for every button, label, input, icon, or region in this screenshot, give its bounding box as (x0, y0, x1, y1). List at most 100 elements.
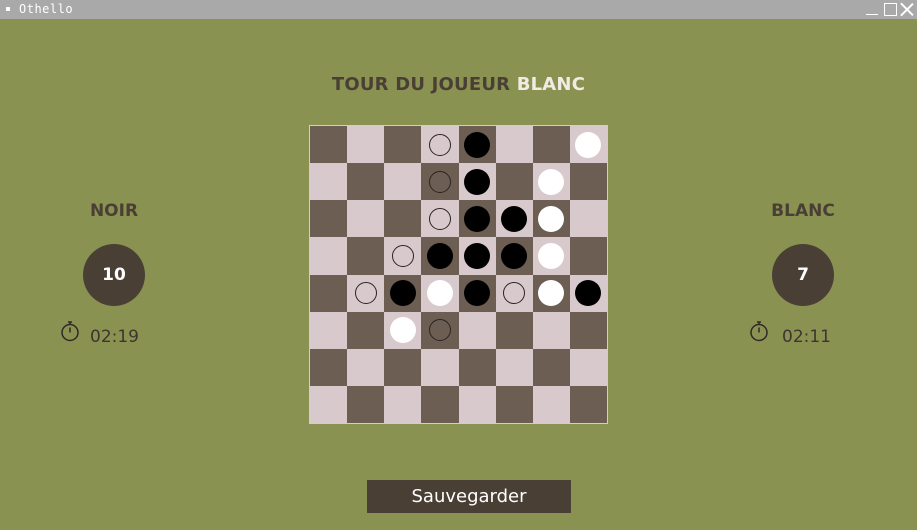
board-cell[interactable] (495, 385, 533, 423)
window-titlebar: Othello (0, 0, 917, 19)
board-cell[interactable] (495, 126, 533, 164)
left-player-timer: 02:19 (90, 327, 139, 347)
board-cell[interactable] (532, 163, 570, 201)
black-piece (389, 280, 416, 307)
board-cell[interactable] (347, 200, 385, 238)
possible-move-marker[interactable] (428, 170, 451, 193)
board-cell[interactable] (495, 348, 533, 386)
board-cell[interactable] (569, 311, 607, 349)
board-cell[interactable] (310, 237, 348, 275)
board-cell[interactable] (569, 200, 607, 238)
othello-board[interactable] (309, 125, 608, 424)
board-cell[interactable] (421, 348, 459, 386)
board-cell[interactable] (384, 163, 422, 201)
board-cell[interactable] (347, 237, 385, 275)
board-cell[interactable] (532, 385, 570, 423)
left-player-score: 10 (83, 244, 145, 306)
board-cell[interactable] (384, 311, 422, 349)
white-piece (538, 205, 565, 232)
left-player-name: NOIR (89, 201, 139, 221)
board-cell[interactable] (569, 237, 607, 275)
stopwatch-icon (61, 321, 79, 342)
board-cell[interactable] (532, 200, 570, 238)
board-cell[interactable] (310, 200, 348, 238)
board-cell[interactable] (569, 385, 607, 423)
black-piece (426, 242, 453, 269)
turn-prefix: TOUR DU JOUEUR (331, 74, 517, 95)
white-piece (575, 131, 602, 158)
board-cell[interactable] (421, 126, 459, 164)
board-cell[interactable] (569, 348, 607, 386)
board-cell[interactable] (384, 274, 422, 312)
black-piece (464, 205, 491, 232)
board-cell[interactable] (421, 311, 459, 349)
board-cell[interactable] (384, 237, 422, 275)
board-cell[interactable] (310, 348, 348, 386)
board-cell[interactable] (384, 126, 422, 164)
board-cell[interactable] (495, 200, 533, 238)
board-cell[interactable] (421, 200, 459, 238)
board-cell[interactable] (532, 274, 570, 312)
board-cell[interactable] (458, 163, 496, 201)
board-cell[interactable] (347, 311, 385, 349)
board-cell[interactable] (458, 274, 496, 312)
minimize-icon[interactable] (865, 2, 879, 16)
board-cell[interactable] (495, 237, 533, 275)
board-cell[interactable] (310, 274, 348, 312)
board-cell[interactable] (310, 385, 348, 423)
possible-move-marker[interactable] (428, 207, 451, 230)
board-cell[interactable] (458, 126, 496, 164)
board-cell[interactable] (310, 126, 348, 164)
board-cell[interactable] (458, 237, 496, 275)
board-cell[interactable] (532, 311, 570, 349)
board-cell[interactable] (421, 163, 459, 201)
white-piece (538, 280, 565, 307)
turn-indicator: TOUR DU JOUEUR BLANC (0, 74, 917, 95)
board-cell[interactable] (384, 348, 422, 386)
possible-move-marker[interactable] (428, 319, 451, 342)
black-piece (464, 131, 491, 158)
white-piece (426, 280, 453, 307)
board-cell[interactable] (347, 348, 385, 386)
board-cell[interactable] (569, 163, 607, 201)
board-cell[interactable] (532, 348, 570, 386)
white-piece (538, 242, 565, 269)
board-cell[interactable] (347, 274, 385, 312)
white-piece (389, 317, 416, 344)
black-piece (464, 280, 491, 307)
board-cell[interactable] (495, 274, 533, 312)
board-cell[interactable] (532, 237, 570, 275)
board-cell[interactable] (532, 126, 570, 164)
board-cell[interactable] (347, 126, 385, 164)
board-cell[interactable] (458, 200, 496, 238)
save-button[interactable]: Sauvegarder (367, 480, 571, 513)
maximize-icon[interactable] (883, 2, 897, 16)
board-cell[interactable] (495, 163, 533, 201)
board-cell[interactable] (569, 126, 607, 164)
board-cell[interactable] (421, 274, 459, 312)
black-piece (501, 242, 528, 269)
possible-move-marker[interactable] (354, 282, 377, 305)
right-player-name: BLANC (771, 201, 835, 221)
board-cell[interactable] (347, 385, 385, 423)
board-cell[interactable] (458, 385, 496, 423)
stopwatch-icon (750, 321, 768, 342)
window-title: Othello (19, 2, 74, 16)
board-cell[interactable] (569, 274, 607, 312)
board-cell[interactable] (347, 163, 385, 201)
close-icon[interactable] (900, 2, 914, 16)
board-cell[interactable] (421, 237, 459, 275)
board-cell[interactable] (384, 385, 422, 423)
board-cell[interactable] (495, 311, 533, 349)
possible-move-marker[interactable] (503, 282, 526, 305)
board-cell[interactable] (384, 200, 422, 238)
board-cell[interactable] (421, 385, 459, 423)
white-piece (538, 168, 565, 195)
possible-move-marker[interactable] (428, 133, 451, 156)
board-cell[interactable] (458, 348, 496, 386)
black-piece (464, 242, 491, 269)
board-cell[interactable] (310, 163, 348, 201)
possible-move-marker[interactable] (391, 244, 414, 267)
board-cell[interactable] (458, 311, 496, 349)
board-cell[interactable] (310, 311, 348, 349)
